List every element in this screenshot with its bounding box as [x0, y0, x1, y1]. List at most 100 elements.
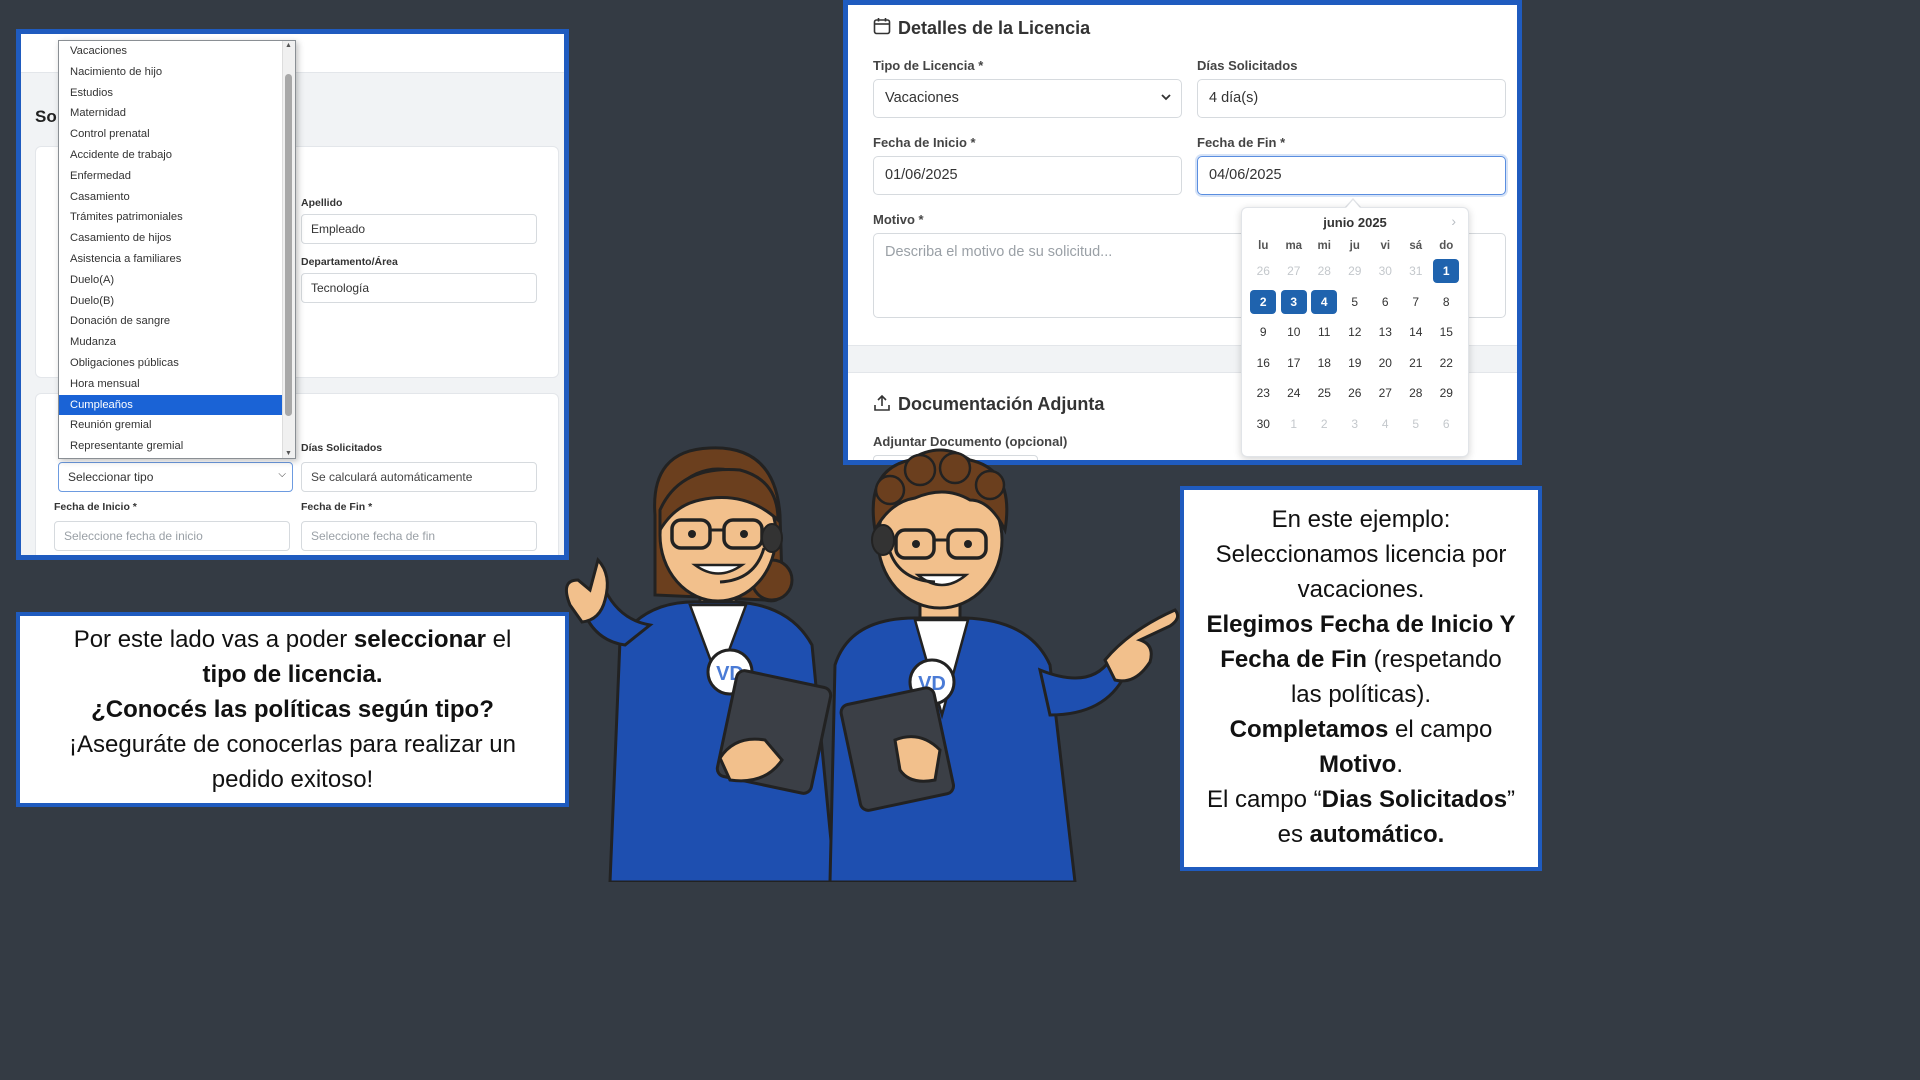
fecha-inicio-label: Fecha de Inicio *	[873, 135, 976, 150]
departamento-field[interactable]: Tecnología	[301, 273, 537, 303]
calendar-day[interactable]: 29	[1431, 381, 1462, 405]
calendar-day[interactable]: 9	[1248, 320, 1279, 344]
fecha-inicio-field[interactable]: Seleccione fecha de inicio	[54, 521, 290, 551]
dropdown-option[interactable]: Estudios	[59, 83, 295, 104]
tipo-licencia-dropdown-list[interactable]: Vacaciones Nacimiento de hijo Estudios Mate…	[58, 40, 296, 459]
calendar-week-row: 26 27 28 29 30 31 1	[1248, 256, 1462, 287]
calendar-day[interactable]: 27	[1279, 259, 1310, 283]
calendar-day[interactable]: 11	[1309, 320, 1340, 344]
apellido-field[interactable]: Empleado	[301, 214, 537, 244]
right-line-8: Motivo.	[1184, 747, 1538, 782]
calendar-day[interactable]: 7	[1401, 290, 1432, 314]
calendar-day[interactable]: 13	[1370, 320, 1401, 344]
calendar-day[interactable]: 5	[1340, 290, 1371, 314]
date-picker-calendar[interactable]: junio 2025 › lu ma mi ju vi sá do 26 27 28 29 30 31 1…	[1241, 200, 1469, 457]
calendar-day[interactable]: 6	[1370, 290, 1401, 314]
calendar-day[interactable]: 31	[1401, 259, 1432, 283]
dropdown-option[interactable]: Asistencia a familiares	[59, 249, 295, 270]
scroll-thumb[interactable]	[285, 74, 292, 416]
calendar-day-number: 22	[1439, 355, 1453, 370]
calendar-day[interactable]: 2	[1309, 412, 1340, 436]
dropdown-option[interactable]: Cumpleaños	[59, 394, 295, 416]
dropdown-scrollbar[interactable]: ▲ ▼	[282, 41, 295, 458]
calendar-day-number: 10	[1287, 325, 1301, 340]
calendar-day[interactable]: 12	[1340, 320, 1371, 344]
fecha-fin-field[interactable]: 04/06/2025	[1197, 156, 1506, 195]
calendar-day[interactable]: 4	[1309, 289, 1340, 314]
calendar-weekday: vi	[1380, 240, 1391, 252]
scroll-up-icon[interactable]: ▲	[285, 42, 292, 49]
dropdown-option[interactable]: Vacaciones	[59, 41, 295, 62]
section-title-documentacion: Documentación Adjunta	[898, 394, 1105, 414]
fecha-inicio-field[interactable]: 01/06/2025	[873, 156, 1182, 195]
calendar-day[interactable]: 23	[1248, 381, 1279, 405]
right-line-10: es automático.	[1184, 817, 1538, 852]
tipo-licencia-select[interactable]: Seleccionar tipo ⌵	[58, 462, 293, 492]
calendar-day[interactable]: 27	[1370, 381, 1401, 405]
calendar-day[interactable]: 29	[1340, 259, 1371, 283]
calendar-day-number: 13	[1378, 325, 1392, 340]
calendar-day[interactable]: 10	[1279, 320, 1310, 344]
calendar-day[interactable]: 19	[1340, 351, 1371, 375]
fecha-fin-field[interactable]: Seleccione fecha de fin	[301, 521, 537, 551]
calendar-day[interactable]: 21	[1401, 351, 1432, 375]
calendar-day[interactable]: 1	[1279, 412, 1310, 436]
calendar-day[interactable]: 25	[1309, 381, 1340, 405]
calendar-week-row: 9 10 11 12 13 14 15	[1248, 317, 1462, 348]
calendar-day[interactable]: 4	[1370, 412, 1401, 436]
calendar-day[interactable]: 14	[1401, 320, 1432, 344]
calendar-day[interactable]: 16	[1248, 351, 1279, 375]
calendar-day-number: 11	[1318, 325, 1331, 340]
chevron-right-icon[interactable]: ›	[1451, 213, 1456, 229]
scroll-down-icon[interactable]: ▼	[285, 450, 292, 457]
dropdown-option[interactable]: Casamiento de hijos	[59, 228, 295, 249]
apellido-label: Apellido	[301, 197, 343, 209]
calendar-day-number: 8	[1442, 294, 1450, 309]
fecha-fin-label: Fecha de Fin *	[1197, 135, 1286, 150]
calendar-day[interactable]: 20	[1370, 351, 1401, 375]
dropdown-option[interactable]: Trámites patrimoniales	[59, 207, 295, 228]
right-text-5b: (respetando	[1366, 646, 1502, 673]
calendar-day-number: 28	[1409, 386, 1423, 401]
calendar-day[interactable]: 6	[1431, 412, 1462, 436]
calendar-day[interactable]: 26	[1340, 381, 1371, 405]
calendar-day[interactable]: 3	[1279, 289, 1310, 314]
dropdown-option[interactable]: Duelo(B)	[59, 291, 295, 312]
mascot-illustration: VD VD	[564, 446, 1180, 882]
calendar-day[interactable]: 30	[1370, 259, 1401, 283]
calendar-day[interactable]: 2	[1248, 289, 1279, 314]
dropdown-option[interactable]: Representante gremial	[59, 436, 295, 457]
calendar-day[interactable]: 30	[1248, 412, 1279, 436]
dropdown-option[interactable]: Casamiento	[59, 187, 295, 208]
dropdown-option[interactable]: Obligaciones públicas	[59, 353, 295, 374]
dropdown-option[interactable]: Accidente de trabajo	[59, 145, 295, 166]
calendar-day[interactable]: 22	[1431, 351, 1462, 375]
dropdown-option[interactable]: Control prenatal	[59, 124, 295, 145]
left-line-4: ¡Aseguráte de conocerlas para realizar u…	[69, 731, 516, 758]
calendar-day[interactable]: 24	[1279, 381, 1310, 405]
dias-field[interactable]: Se calculará automáticamente	[301, 462, 537, 492]
calendar-day[interactable]: 1	[1431, 259, 1462, 284]
calendar-day[interactable]: 18	[1309, 351, 1340, 375]
calendar-day-number: 12	[1348, 325, 1362, 340]
calendar-day[interactable]: 15	[1431, 320, 1462, 344]
dropdown-option[interactable]: Reunión gremial	[59, 415, 295, 436]
dropdown-option[interactable]: Enfermedad	[59, 166, 295, 187]
dropdown-option[interactable]: Hora mensual	[59, 374, 295, 395]
dropdown-option[interactable]: Mudanza	[59, 332, 295, 353]
calendar-day[interactable]: 5	[1401, 412, 1432, 436]
calendar-day[interactable]: 3	[1340, 412, 1371, 436]
calendar-day-number: 4	[1381, 416, 1389, 431]
dias-label: Días Solicitados	[301, 442, 383, 454]
calendar-day[interactable]: 28	[1401, 381, 1432, 405]
calendar-day[interactable]: 28	[1309, 259, 1340, 283]
right-line-7: Completamos el campo	[1184, 712, 1538, 747]
dropdown-option[interactable]: Duelo(A)	[59, 270, 295, 291]
dropdown-option[interactable]: Maternidad	[59, 103, 295, 124]
calendar-day[interactable]: 17	[1279, 351, 1310, 375]
calendar-day[interactable]: 8	[1431, 290, 1462, 314]
calendar-day[interactable]: 26	[1248, 259, 1279, 283]
dropdown-option[interactable]: Donación de sangre	[59, 311, 295, 332]
tipo-licencia-select[interactable]: Vacaciones	[873, 79, 1182, 118]
dropdown-option[interactable]: Nacimiento de hijo	[59, 62, 295, 83]
